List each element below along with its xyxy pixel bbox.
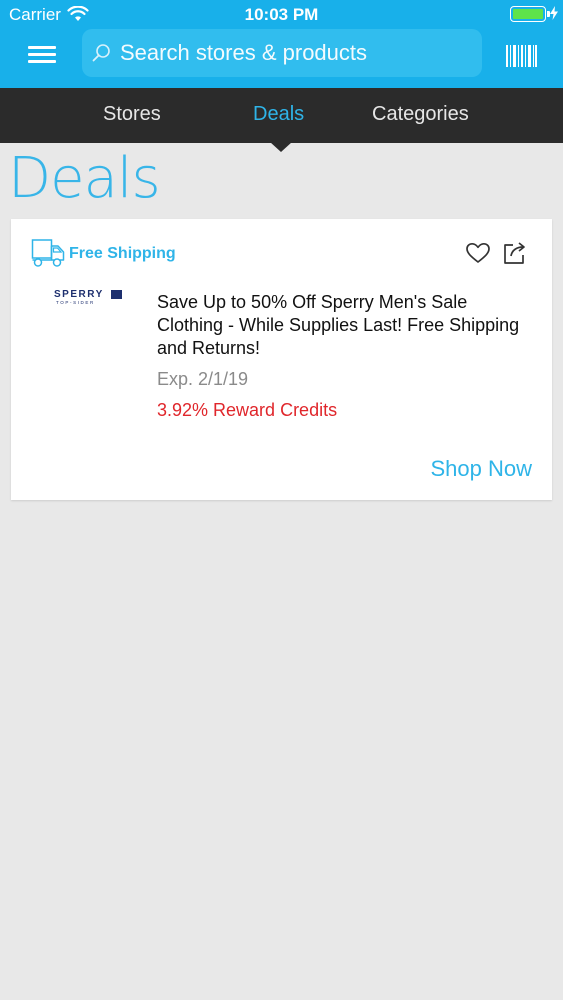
- truck-icon: [31, 239, 65, 267]
- active-tab-indicator: [270, 142, 292, 152]
- deal-description: Save Up to 50% Off Sperry Men's Sale Clo…: [157, 292, 520, 358]
- tab-stores[interactable]: Stores: [103, 103, 161, 126]
- deal-expiry: Exp. 2/1/19: [157, 369, 249, 389]
- search-input[interactable]: [120, 29, 475, 77]
- search-bar[interactable]: [82, 29, 482, 77]
- menu-icon[interactable]: [24, 43, 60, 67]
- share-icon[interactable]: [502, 241, 528, 265]
- charging-icon: [550, 6, 558, 20]
- barcode-icon[interactable]: [504, 43, 538, 69]
- tab-deals[interactable]: Deals: [253, 103, 304, 126]
- search-icon: [92, 44, 110, 62]
- heart-icon[interactable]: [465, 242, 491, 264]
- reward-credits: 3.92% Reward Credits: [157, 400, 338, 420]
- shop-now-button[interactable]: Shop Now: [430, 456, 532, 482]
- status-bar: Carrier 10:03 PM: [0, 0, 563, 30]
- tab-categories[interactable]: Categories: [372, 103, 469, 126]
- tab-bar: Stores Deals Categories: [0, 88, 563, 143]
- free-shipping-badge: Free Shipping: [69, 245, 176, 262]
- store-logo: SPERRY TOP-SIDER: [54, 289, 124, 307]
- deal-card[interactable]: Free Shipping SPERRY TOP-SIDER Save Up t…: [11, 219, 552, 500]
- app-header: Carrier 10:03 PM: [0, 0, 563, 88]
- battery-icon: [510, 6, 546, 22]
- status-time: 10:03 PM: [244, 5, 319, 24]
- page-title: Deals: [8, 146, 161, 211]
